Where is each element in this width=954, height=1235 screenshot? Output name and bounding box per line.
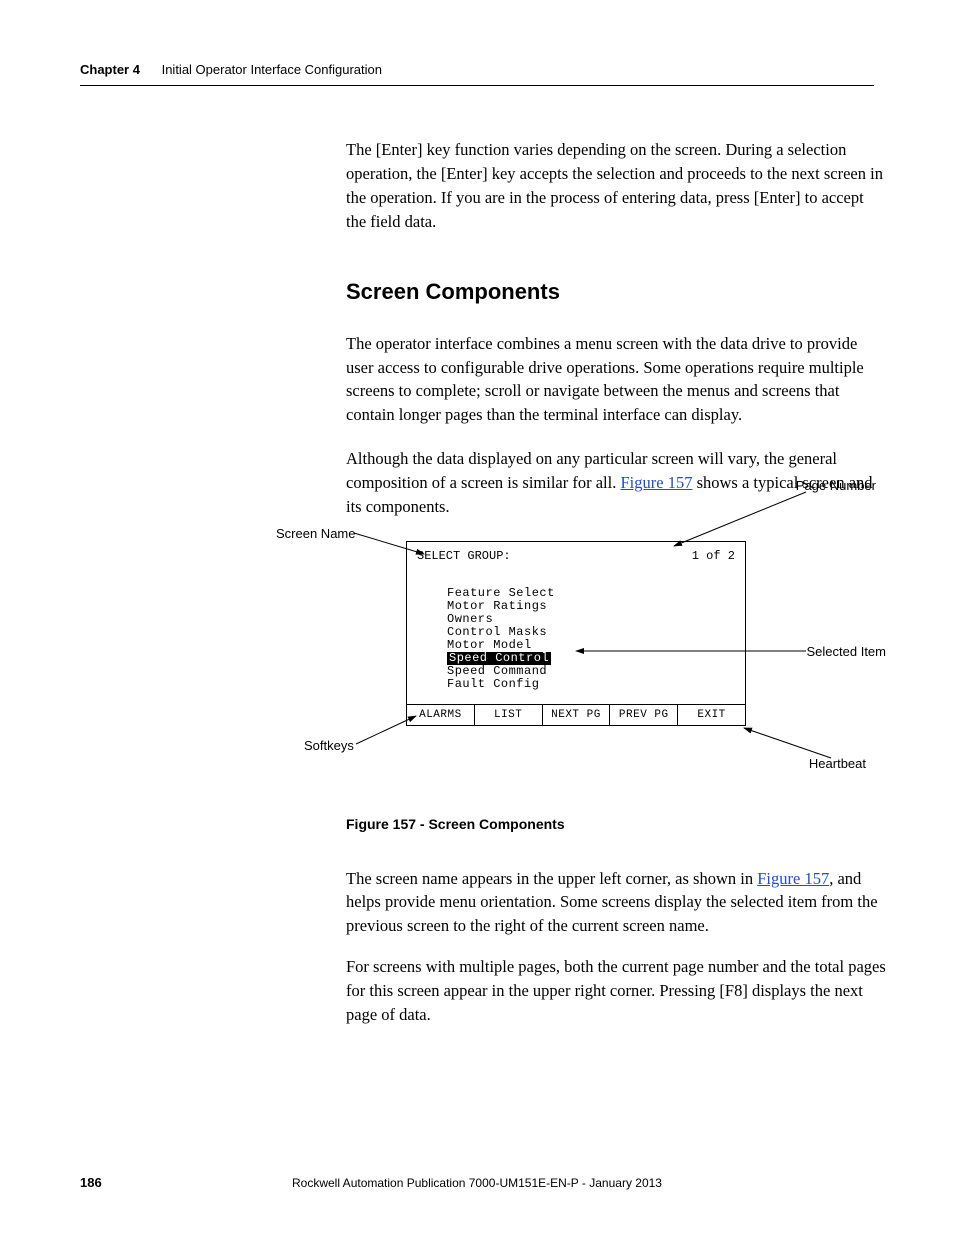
figure-caption: Figure 157 - Screen Components: [346, 816, 565, 832]
callout-softkeys: Softkeys: [304, 738, 354, 753]
section-heading: Screen Components: [346, 276, 886, 308]
callout-screen-name: Screen Name: [276, 526, 355, 541]
terminal-title: SELECT GROUP:: [417, 550, 511, 563]
terminal-screen: SELECT GROUP: 1 of 2 Feature Select Moto…: [406, 541, 746, 726]
figure-link[interactable]: Figure 157: [757, 869, 829, 888]
paragraph: The [Enter] key function varies dependin…: [346, 138, 886, 234]
running-header: Chapter 4 Initial Operator Interface Con…: [80, 62, 382, 77]
after-figure-content: The screen name appears in the upper lef…: [346, 850, 886, 1043]
chapter-title: Initial Operator Interface Configuration: [162, 62, 382, 77]
header-rule: [80, 85, 874, 86]
paragraph: The screen name appears in the upper lef…: [346, 867, 886, 939]
softkey-row: ALARMS LIST NEXT PG PREV PG EXIT: [406, 704, 746, 726]
terminal-menu: Feature Select Motor Ratings Owners Cont…: [447, 587, 735, 691]
callout-heartbeat: Heartbeat: [809, 756, 866, 771]
softkey: LIST: [474, 704, 543, 726]
publication-footer: Rockwell Automation Publication 7000-UM1…: [0, 1176, 954, 1190]
callout-page-number: Page Number: [796, 478, 876, 493]
softkey: PREV PG: [609, 704, 678, 726]
paragraph: For screens with multiple pages, both th…: [346, 955, 886, 1027]
chapter-label: Chapter 4: [80, 62, 140, 77]
softkey: EXIT: [677, 704, 746, 726]
softkey: ALARMS: [406, 704, 475, 726]
menu-item: Fault Config: [447, 678, 735, 691]
paragraph: The operator interface combines a menu s…: [346, 332, 886, 428]
softkey: NEXT PG: [542, 704, 611, 726]
figure-157: Page Number Screen Name Selected Item So…: [276, 476, 886, 786]
terminal-page: 1 of 2: [692, 550, 735, 563]
callout-selected-item: Selected Item: [807, 644, 887, 659]
